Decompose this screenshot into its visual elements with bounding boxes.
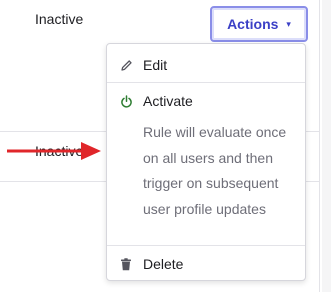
activate-description: Rule will evaluate once on all users and… [143,124,287,217]
menu-divider [107,245,305,246]
actions-button-label: Actions [227,16,279,32]
menu-item-label: Edit [143,57,168,73]
trash-icon [119,257,133,271]
actions-dropdown-menu: Edit Activate Rule will evaluate once on… [106,43,306,281]
red-arrow-icon [7,142,101,160]
row-status-text: Inactive [35,11,84,27]
menu-item-activate[interactable]: Activate [107,84,305,118]
pencil-icon [119,58,133,72]
menu-divider [107,82,305,83]
power-icon [119,94,133,108]
chevron-down-icon: ▾ [286,18,291,29]
table-border [319,0,320,292]
menu-item-delete[interactable]: Delete [107,247,305,281]
menu-item-label: Delete [143,256,184,272]
actions-button[interactable]: Actions ▾ [210,6,308,42]
menu-item-edit[interactable]: Edit [107,48,305,82]
menu-item-label: Activate [143,93,193,109]
scrollbar[interactable] [322,0,331,292]
